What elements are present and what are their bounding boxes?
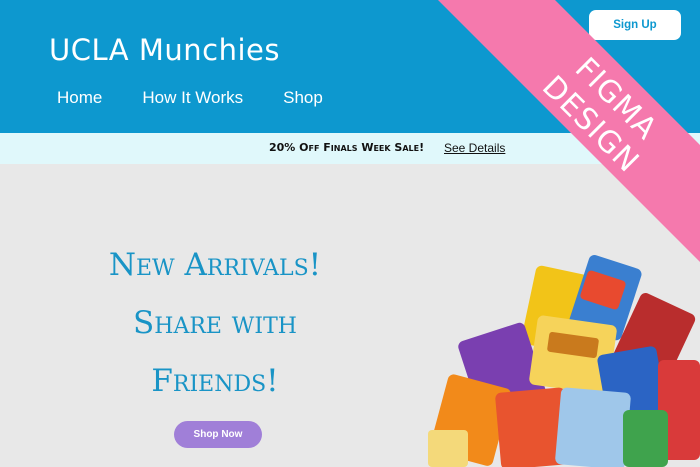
nav-how-it-works[interactable]: How It Works	[142, 88, 243, 108]
shop-now-button[interactable]: Shop Now	[174, 421, 262, 448]
hero-line-1: New Arrivals!	[108, 247, 322, 283]
see-details-link[interactable]: See Details	[444, 141, 505, 155]
site-title[interactable]: UCLA Munchies	[49, 33, 280, 67]
hero-line-3: Friends!	[151, 363, 279, 399]
promo-bar: 20% Off Finals Week Sale! See Details	[0, 133, 700, 164]
hero-line-2: Share with	[133, 305, 297, 341]
hero-heading: New Arrivals! Share with Friends!	[60, 236, 370, 410]
sign-up-button[interactable]: Sign Up	[589, 10, 681, 40]
promo-text: 20% Off Finals Week Sale!	[269, 141, 425, 154]
nav-shop[interactable]: Shop	[283, 88, 323, 108]
main-nav: Home How It Works Shop	[57, 88, 363, 108]
snacks-image	[428, 255, 700, 467]
nav-home[interactable]: Home	[57, 88, 102, 108]
